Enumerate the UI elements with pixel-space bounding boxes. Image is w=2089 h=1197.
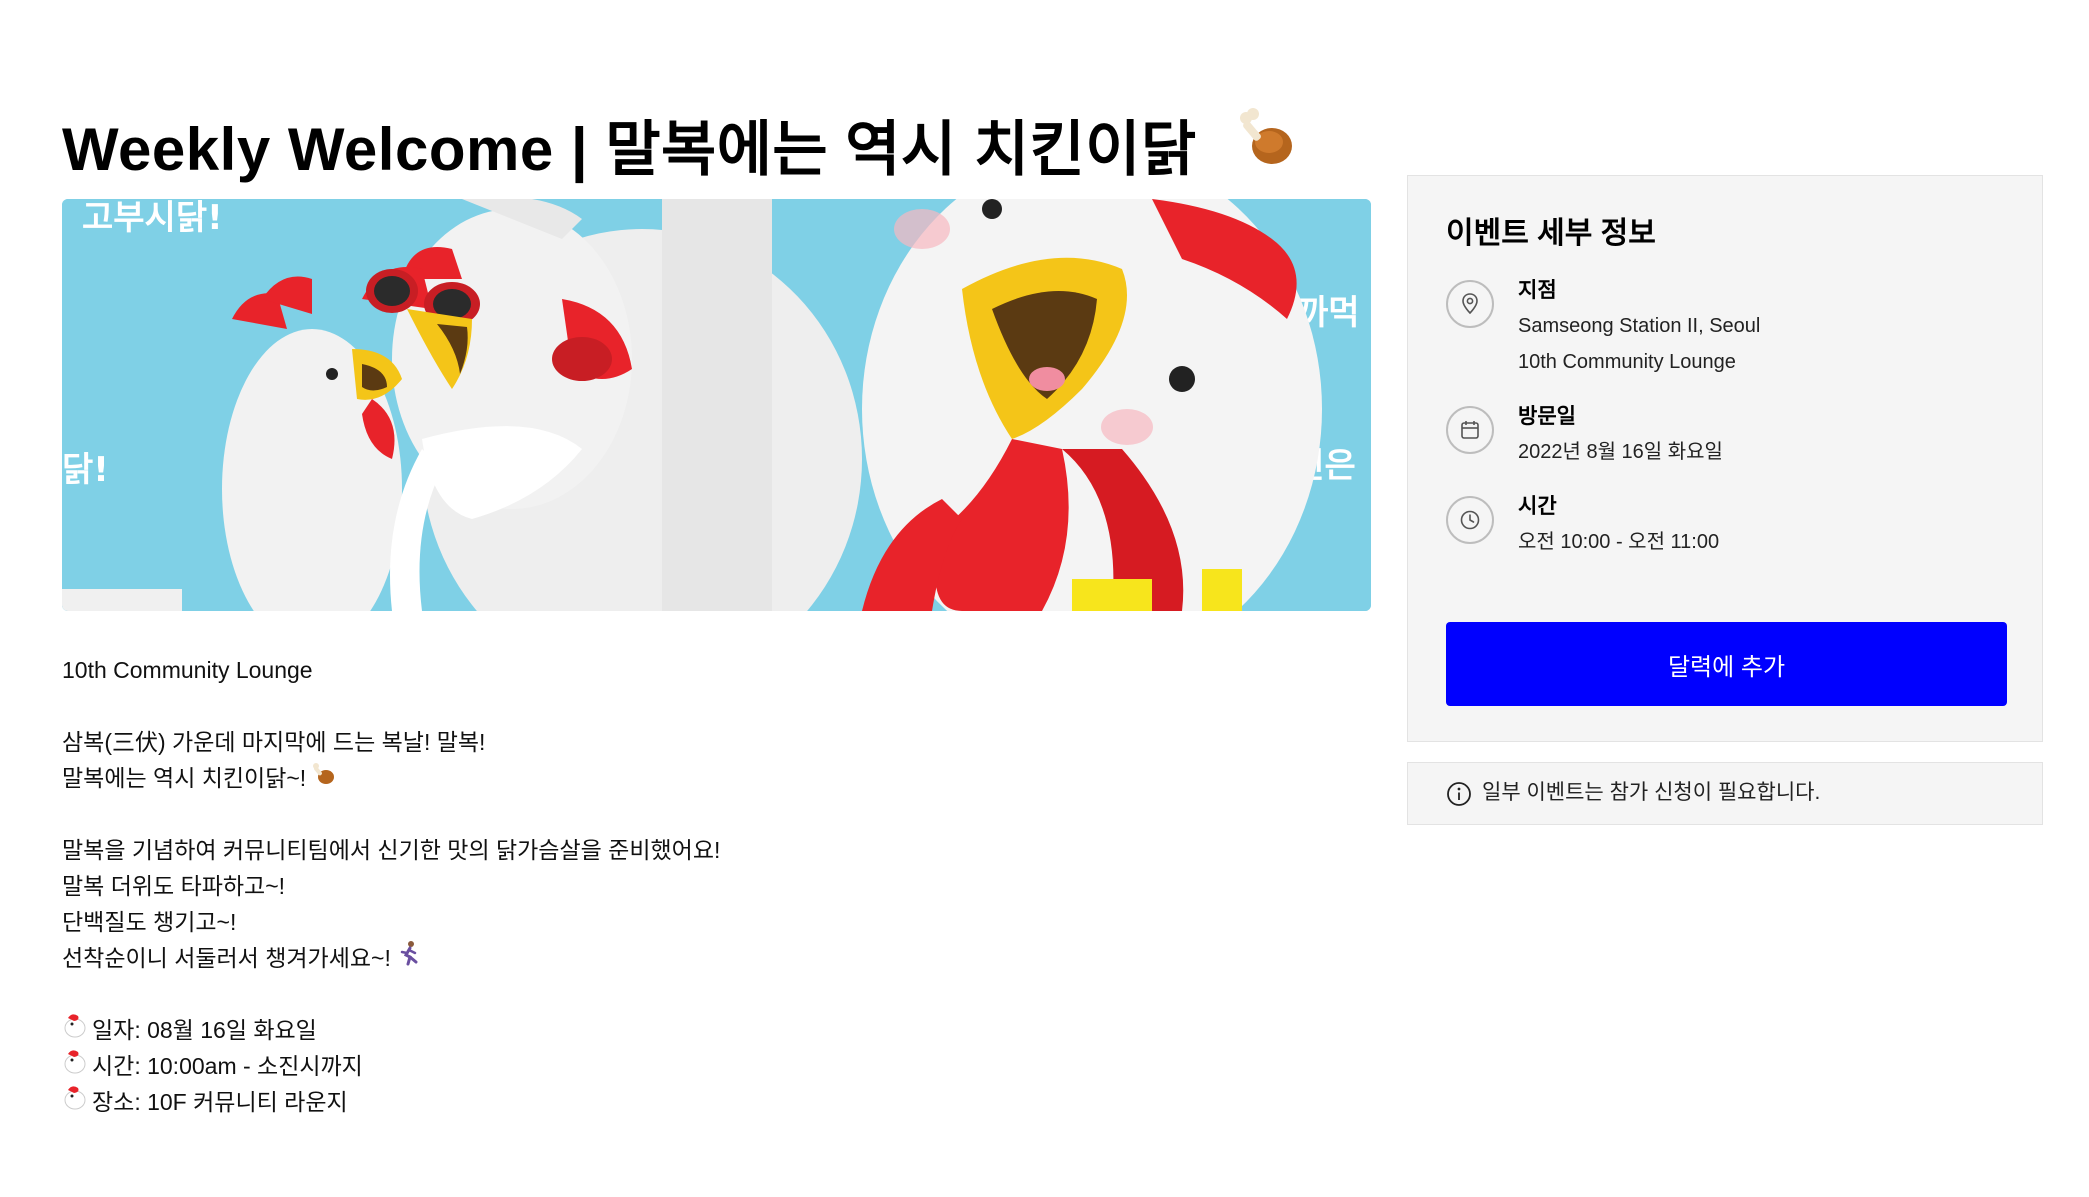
drumstick-icon (312, 760, 336, 796)
date-value: 2022년 8월 16일 화요일 (1518, 441, 1723, 463)
info-icon (1446, 781, 1472, 812)
description-line: 말복을 기념하여 커뮤니티팀에서 신기한 맛의 닭가슴살을 준비했어요! (62, 837, 721, 863)
description-line: 말복 더위도 타파하고~! (62, 873, 286, 899)
event-details-card: 이벤트 세부 정보 지점 Samseong Station II, Seoul … (1407, 175, 2043, 742)
detail-place-text: 장소: 10F 커뮤니티 라운지 (92, 1089, 348, 1115)
hero-label-1: 고부시닭! (82, 199, 223, 238)
hero-image: 고부시닭! 까먹 닭! 치킨은 (62, 199, 1371, 611)
time-label: 시간 (1518, 495, 1557, 518)
page-title-text: Weekly Welcome | 말복에는 역시 치킨이닭 (62, 116, 1197, 184)
description-line: 삼복(三伏) 가운데 마지막에 드는 복날! 말복! (62, 729, 486, 755)
description-detail-place: 장소: 10F 커뮤니티 라운지 (62, 1084, 1362, 1120)
clock-icon (1446, 496, 1494, 544)
description-line-text: 선착순이니 서둘러서 챙겨가세요~! (62, 945, 391, 971)
location-pin-icon (1446, 280, 1494, 328)
description-line-with-icon: 말복에는 역시 치킨이닭~! (62, 760, 1362, 796)
rooster-icon (62, 1048, 88, 1084)
description-line: 단백질도 챙기고~! (62, 909, 237, 935)
event-description: 10th Community Lounge 삼복(三伏) 가운데 마지막에 드는… (62, 652, 1362, 1120)
event-details-title: 이벤트 세부 정보 (1446, 217, 1656, 250)
description-detail-time: 시간: 10:00am - 소진시까지 (62, 1048, 1362, 1084)
event-page: Weekly Welcome | 말복에는 역시 치킨이닭 고부시닭! 까먹 닭… (0, 0, 2089, 1197)
registration-notice: 일부 이벤트는 참가 신청이 필요합니다. (1407, 762, 2043, 825)
add-to-calendar-button[interactable]: 달력에 추가 (1446, 622, 2007, 706)
running-person-icon (397, 940, 421, 976)
location-value-line2: 10th Community Lounge (1518, 351, 1736, 373)
page-title: Weekly Welcome | 말복에는 역시 치킨이닭 (62, 108, 1296, 190)
description-line-with-icon: 선착순이니 서둘러서 챙겨가세요~! (62, 940, 1362, 976)
calendar-icon (1446, 406, 1494, 454)
rooster-icon (62, 1084, 88, 1120)
detail-date-text: 일자: 08월 16일 화요일 (92, 1017, 317, 1043)
description-line-text: 말복에는 역시 치킨이닭~! (62, 765, 307, 791)
detail-time-text: 시간: 10:00am - 소진시까지 (92, 1053, 363, 1079)
registration-notice-text: 일부 이벤트는 참가 신청이 필요합니다. (1482, 781, 1821, 804)
time-value: 오전 10:00 - 오전 11:00 (1518, 531, 1720, 553)
description-detail-date: 일자: 08월 16일 화요일 (62, 1012, 1362, 1048)
location-value-line1: Samseong Station II, Seoul (1518, 315, 1761, 337)
description-location: 10th Community Lounge (62, 657, 313, 683)
date-label: 방문일 (1518, 405, 1576, 428)
drumstick-icon (1236, 108, 1296, 190)
hero-label-3: 닭! (62, 450, 109, 490)
rooster-icon (62, 1012, 88, 1048)
location-label: 지점 (1518, 279, 1557, 302)
